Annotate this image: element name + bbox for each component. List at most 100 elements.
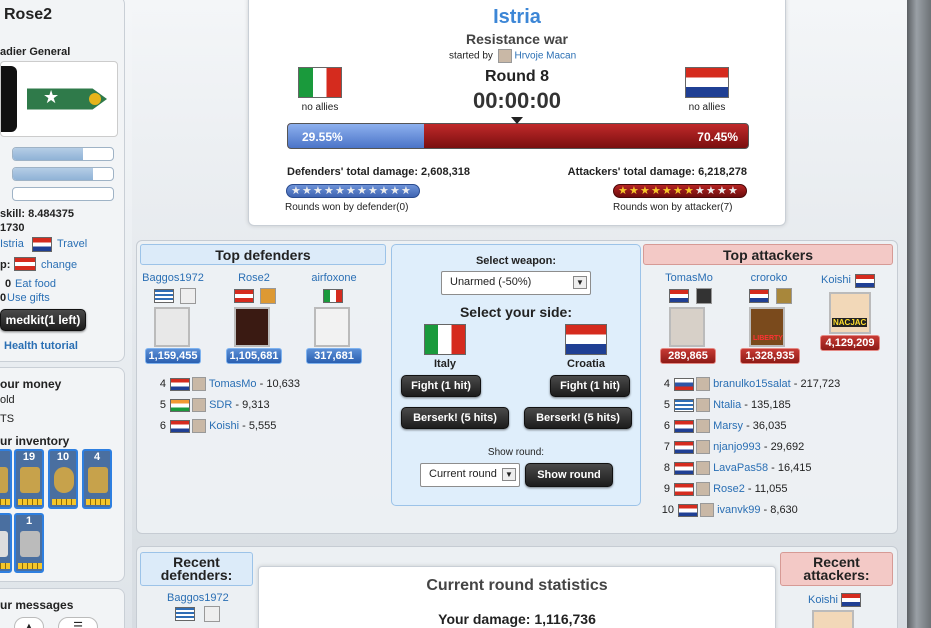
player-link[interactable]: SDR (209, 399, 232, 411)
messages-title: ur messages (0, 598, 74, 612)
attacker-damage: 4,129,209 (820, 335, 880, 351)
fight-attacker-button[interactable]: Fight (1 hit) (550, 375, 630, 397)
inventory-item[interactable]: 1 (14, 513, 44, 573)
location-flag-icon (32, 237, 52, 252)
rss-icon[interactable]: ☰ (58, 617, 98, 628)
health-tutorial-link[interactable]: Health tutorial (4, 340, 78, 352)
berserk-defender-button[interactable]: Berserk! (5 hits) (401, 407, 509, 429)
eat-food-link[interactable]: Eat food (15, 278, 56, 290)
avatar-icon (700, 503, 714, 517)
inventory-item[interactable] (0, 449, 12, 509)
attacker-name[interactable]: TomasMo (658, 272, 720, 284)
change-citizenship-link[interactable]: change (41, 259, 77, 271)
attacker-name[interactable]: Koishi (816, 274, 856, 286)
defenders-damage-label: Defenders' total damage: (287, 166, 418, 178)
round-number: Round 8 (485, 68, 549, 85)
attacker-row: 8 LavaPas58 - 16,415 (663, 461, 812, 475)
player-link[interactable]: Ntalia (713, 399, 741, 411)
flag-icon (674, 440, 694, 454)
compose-icon[interactable]: ▲ (14, 617, 44, 628)
attackers-total-damage: Attackers' total damage: 6,218,278 (568, 166, 747, 178)
player-damage: - 5,555 (242, 419, 277, 432)
select-weapon-label: Select weapon: (475, 255, 557, 267)
attacker-row: 5 Ntalia - 135,185 (663, 398, 791, 412)
side-croatia-label: Croatia (567, 358, 605, 370)
round-select-value: Current round (429, 468, 497, 480)
defender-damage: 1,159,455 (145, 348, 201, 364)
inventory-item[interactable]: 10 (48, 449, 78, 509)
player-link[interactable]: Marsy (713, 420, 743, 432)
attacker-name[interactable]: croroko (738, 272, 800, 284)
your-damage-label: Your damage: (438, 611, 531, 627)
location-link[interactable]: Istria (0, 238, 24, 250)
inventory-item[interactable]: 19 (14, 449, 44, 509)
unit-icon (204, 606, 220, 622)
avatar-icon (192, 398, 206, 412)
travel-link[interactable]: Travel (57, 238, 87, 250)
round-select[interactable]: Current round ▼ (420, 463, 520, 487)
starter-link[interactable]: Hrvoje Macan (514, 51, 576, 62)
defender-avatar[interactable] (314, 307, 350, 347)
ticket-icon (20, 531, 40, 557)
citizenship-flag-icon (14, 257, 36, 271)
defender-row: 6 Koishi - 5,555 (159, 419, 277, 433)
attackers-damage-label: Attackers' total damage: (567, 166, 695, 178)
flag-icon (674, 377, 694, 391)
weapon-select[interactable]: Unarmed (-50%) ▼ (441, 271, 591, 295)
recent-defender-name[interactable]: Baggos1972 (167, 592, 229, 604)
avatar-icon (696, 461, 710, 475)
use-gifts-link[interactable]: Use gifts (7, 292, 50, 304)
recent-attacker-avatar[interactable] (812, 610, 854, 628)
citizenship-flag-icon (154, 289, 174, 303)
battle-region[interactable]: Istria (249, 6, 785, 29)
attacker-avatar[interactable] (669, 307, 705, 347)
defender-avatar[interactable] (234, 307, 270, 347)
citizenship-flag-icon (234, 289, 254, 303)
defender-name[interactable]: Baggos1972 (142, 272, 204, 284)
unit-icon (180, 288, 196, 304)
experience-bar (12, 167, 114, 181)
attacker-row: 6 Marsy - 36,035 (663, 419, 787, 433)
defender-name[interactable]: Rose2 (223, 272, 285, 284)
player-link[interactable]: ivanvk99 (717, 504, 760, 516)
defender-avatar[interactable] (154, 307, 190, 347)
bar-marker-icon (511, 117, 523, 124)
flag-icon (674, 461, 694, 475)
citizenship-flag-icon (669, 289, 689, 303)
money-gold: old (0, 394, 15, 406)
house-icon (0, 531, 8, 557)
recent-attacker-name[interactable]: Koishi (808, 594, 838, 606)
avatar-icon (696, 482, 710, 496)
inventory-item[interactable] (0, 513, 12, 573)
berserk-attacker-button[interactable]: Berserk! (5 hits) (524, 407, 632, 429)
player-damage: - 10,633 (259, 377, 300, 390)
defender-rounds-stars: ★★★★★★★★★★★ (286, 184, 420, 198)
fight-defender-button[interactable]: Fight (1 hit) (401, 375, 481, 397)
show-round-label: Show round: (487, 447, 545, 458)
defender-damage: 1,105,681 (226, 348, 282, 364)
italy-side-flag[interactable] (424, 324, 466, 355)
defender-name[interactable]: airfoxone (303, 272, 365, 284)
player-link[interactable]: LavaPas58 (713, 462, 768, 474)
attackers-damage-value: 6,218,278 (698, 166, 747, 178)
croatia-side-flag[interactable] (565, 324, 607, 355)
attacker-avatar[interactable]: LIBERTY (749, 307, 785, 347)
player-link[interactable]: njanjo993 (713, 441, 761, 453)
player-link[interactable]: Rose2 (713, 483, 745, 495)
player-link[interactable]: Koishi (209, 420, 239, 432)
defender-damage: 317,681 (306, 348, 362, 364)
defender-row: 4 TomasMo - 10,633 (159, 377, 300, 391)
show-round-button[interactable]: Show round (525, 463, 613, 487)
flag-icon (170, 398, 190, 412)
rank-star-icon: ★ (43, 87, 60, 108)
skill-text: skill: 8.484375 (0, 208, 75, 220)
defenders-total-damage: Defenders' total damage: 2,608,318 (287, 166, 470, 178)
avatar-icon (192, 419, 206, 433)
attacker-avatar[interactable]: NACJAC (829, 292, 871, 334)
medkit-button[interactable]: medkit(1 left) (0, 309, 86, 331)
citizenship-flag-icon (323, 289, 343, 303)
player-link[interactable]: branulko15salat (713, 378, 791, 390)
player-link[interactable]: TomasMo (209, 378, 257, 390)
defender-row: 5 SDR - 9,313 (159, 398, 270, 412)
inventory-item[interactable]: 4 (82, 449, 112, 509)
